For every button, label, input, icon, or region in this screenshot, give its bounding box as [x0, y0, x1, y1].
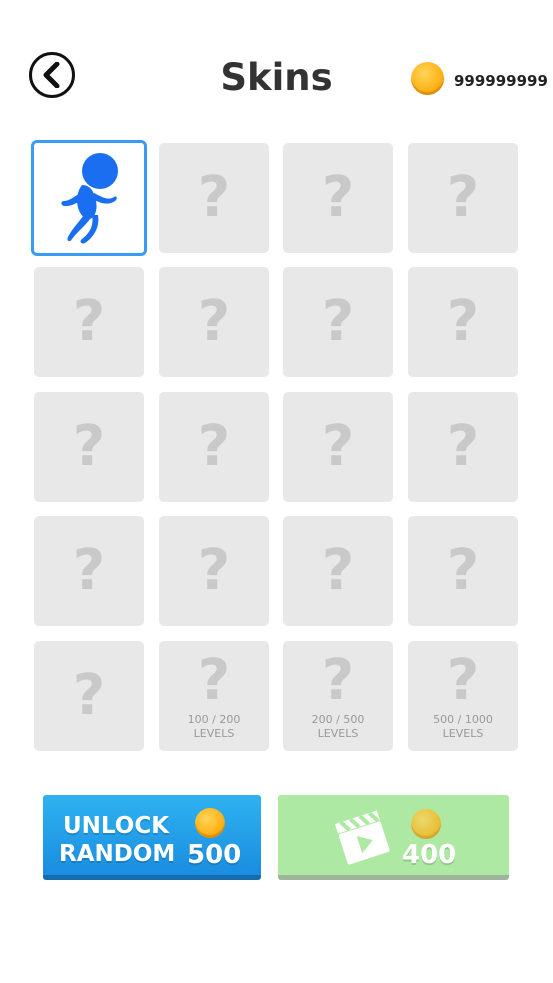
- question-mark-icon: ?: [446, 538, 480, 603]
- skin-tile-locked[interactable]: ?: [159, 267, 269, 377]
- unlock-random-button[interactable]: UNLOCK RANDOM 500: [43, 795, 261, 880]
- unlock-requirement-label: 500 / 1000 LEVELS: [433, 713, 493, 740]
- question-mark-icon: ?: [197, 289, 231, 354]
- question-mark-icon: ?: [321, 414, 355, 479]
- question-mark-icon: ?: [321, 538, 355, 603]
- question-mark-icon: ?: [72, 538, 106, 603]
- question-mark-icon: ?: [197, 538, 231, 603]
- skin-tile-locked[interactable]: ?: [159, 143, 269, 253]
- skin-tile-locked[interactable]: ? 500 / 1000 LEVELS: [408, 641, 518, 751]
- question-mark-icon: ?: [321, 648, 355, 713]
- question-mark-icon: ?: [197, 414, 231, 479]
- skin-tile-locked[interactable]: ? 200 / 500 LEVELS: [283, 641, 393, 751]
- clapperboard-play-icon: [334, 810, 390, 865]
- question-mark-icon: ?: [446, 289, 480, 354]
- question-mark-icon: ?: [72, 663, 106, 728]
- video-price: 400: [402, 840, 457, 870]
- coin-icon: [195, 808, 225, 838]
- skin-tile-locked[interactable]: ?: [159, 392, 269, 502]
- skin-tile-locked[interactable]: ? 100 / 200 LEVELS: [159, 641, 269, 751]
- unlock-requirement-label: 100 / 200 LEVELS: [187, 713, 241, 740]
- skin-tile-locked[interactable]: ?: [34, 392, 144, 502]
- question-mark-icon: ?: [446, 648, 480, 713]
- question-mark-icon: ?: [197, 648, 231, 713]
- skin-tile-locked[interactable]: ?: [408, 143, 518, 253]
- coin-balance: 999999999: [454, 72, 548, 90]
- unlock-label-line1: UNLOCK: [63, 813, 170, 839]
- skin-tile-locked[interactable]: ?: [34, 267, 144, 377]
- skin-tile-locked[interactable]: ?: [159, 516, 269, 626]
- skin-tile-locked[interactable]: ?: [408, 392, 518, 502]
- skin-tile-locked[interactable]: ?: [34, 641, 144, 751]
- coin-icon: [411, 62, 444, 95]
- unlock-label-line2: RANDOM: [59, 841, 176, 867]
- unlock-price: 500: [187, 840, 242, 870]
- skin-tile-locked[interactable]: ?: [408, 267, 518, 377]
- blue-runner-figure: [61, 153, 118, 244]
- question-mark-icon: ?: [446, 414, 480, 479]
- question-mark-icon: ?: [72, 289, 106, 354]
- question-mark-icon: ?: [72, 414, 106, 479]
- skin-tile-selected[interactable]: [31, 140, 147, 256]
- coin-icon: [411, 809, 441, 839]
- question-mark-icon: ?: [321, 165, 355, 230]
- skin-tile-locked[interactable]: ?: [283, 143, 393, 253]
- skin-tile-locked[interactable]: ?: [283, 267, 393, 377]
- unlock-requirement-label: 200 / 500 LEVELS: [311, 713, 365, 740]
- skin-tile-locked[interactable]: ?: [283, 516, 393, 626]
- question-mark-icon: ?: [197, 165, 231, 230]
- skin-tile-locked[interactable]: ?: [408, 516, 518, 626]
- skin-tile-locked[interactable]: ?: [34, 516, 144, 626]
- skin-tile-locked[interactable]: ?: [283, 392, 393, 502]
- watch-video-button[interactable]: 400: [278, 795, 509, 880]
- question-mark-icon: ?: [321, 289, 355, 354]
- question-mark-icon: ?: [446, 165, 480, 230]
